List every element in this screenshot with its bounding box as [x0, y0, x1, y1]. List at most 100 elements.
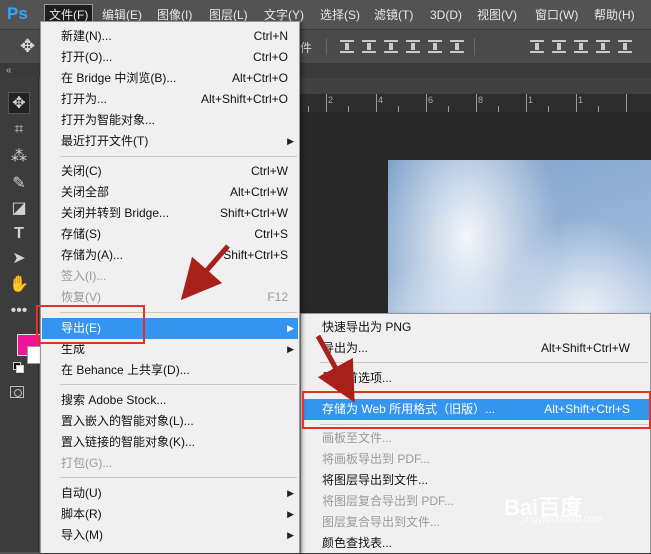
file-item-open[interactable]: 打开(O)... Ctrl+O: [42, 47, 298, 68]
menu-item-label: 导出为...: [322, 341, 369, 355]
ruler-label: 4: [378, 95, 384, 105]
collapse-panels-icon[interactable]: «: [6, 64, 12, 78]
ruler-label: 1: [578, 95, 584, 105]
menu-item-shortcut: Ctrl+N: [253, 29, 288, 43]
menu-select[interactable]: 选择(S): [316, 6, 364, 24]
file-item-import[interactable]: 导入(M) ▶: [42, 525, 298, 546]
menu-item-label: 导出首选项...: [322, 371, 393, 385]
menu-window[interactable]: 窗口(W): [531, 6, 582, 24]
export-item-preferences[interactable]: 导出首选项...: [302, 368, 649, 389]
file-item-generate[interactable]: 生成 ▶: [42, 339, 298, 360]
export-item-layers-to-files[interactable]: 将图层导出到文件...: [302, 470, 649, 491]
menu-item-shortcut: Ctrl+O: [252, 50, 288, 64]
menu-item-label: 打开为...: [61, 92, 108, 106]
menu-item-label: 在 Bridge 中浏览(B)...: [61, 71, 177, 85]
path-selection-icon[interactable]: ➤: [8, 248, 30, 270]
menu-divider: [320, 362, 648, 363]
distribute-bottom-icon[interactable]: [574, 40, 588, 53]
type-tool-icon[interactable]: T: [8, 223, 30, 245]
file-item-place-embedded[interactable]: 置入嵌入的智能对象(L)...: [42, 411, 298, 432]
align-icons-group: [340, 40, 464, 53]
move-icon[interactable]: ✥: [20, 37, 38, 55]
menu-divider: [320, 392, 648, 393]
distribute-left-icon[interactable]: [596, 40, 610, 53]
move-tool-icon[interactable]: ✥: [8, 92, 30, 114]
distribute-right-icon[interactable]: [618, 40, 632, 53]
distribute-vcenter-icon[interactable]: [552, 40, 566, 53]
align-vcenter-icon[interactable]: [362, 40, 376, 53]
distribute-top-icon[interactable]: [530, 40, 544, 53]
menu-item-label: 脚本(R): [61, 507, 102, 521]
menu-item-label: 恢复(V): [61, 290, 101, 304]
distribute-icons-group: [530, 40, 632, 53]
export-item-artboards-to-pdf[interactable]: 将画板导出到 PDF...: [302, 449, 649, 470]
file-item-open-smart-object[interactable]: 打开为智能对象...: [42, 110, 298, 131]
file-item-share-behance[interactable]: 在 Behance 上共享(D)...: [42, 360, 298, 381]
menu-item-shortcut: Alt+Ctrl+O: [231, 71, 288, 85]
file-item-save-as[interactable]: 存储为(A)... Shift+Ctrl+S: [42, 245, 298, 266]
file-item-search-stock[interactable]: 搜索 Adobe Stock...: [42, 390, 298, 411]
file-item-scripts[interactable]: 脚本(R) ▶: [42, 504, 298, 525]
align-hcenter-icon[interactable]: [428, 40, 442, 53]
more-tools-icon[interactable]: •••: [8, 300, 30, 322]
menu-view[interactable]: 视图(V): [473, 6, 521, 24]
file-item-package[interactable]: 打包(G)...: [42, 453, 298, 474]
menu-item-shortcut: Alt+Shift+Ctrl+S: [544, 402, 630, 416]
menu-item-shortcut: F12: [267, 290, 288, 304]
quick-mask-icon[interactable]: [10, 386, 24, 398]
export-item-export-as[interactable]: 导出为... Alt+Shift+Ctrl+W: [302, 338, 649, 359]
menu-item-label: 将画板导出到 PDF...: [322, 452, 431, 466]
file-item-revert[interactable]: 恢复(V) F12: [42, 287, 298, 308]
file-item-check-in[interactable]: 签入(I)...: [42, 266, 298, 287]
file-item-browse-bridge[interactable]: 在 Bridge 中浏览(B)... Alt+Ctrl+O: [42, 68, 298, 89]
menu-item-label: 打包(G)...: [61, 456, 113, 470]
menu-item-label: 关闭并转到 Bridge...: [61, 206, 170, 220]
menu-item-shortcut: Ctrl+S: [254, 227, 288, 241]
menu-3d[interactable]: 3D(D): [426, 6, 466, 24]
menu-item-label: 快速导出为 PNG: [322, 320, 412, 334]
align-right-icon[interactable]: [450, 40, 464, 53]
align-bottom-icon[interactable]: [384, 40, 398, 53]
ruler-tick: [476, 94, 477, 112]
submenu-arrow-icon: ▶: [287, 530, 294, 540]
file-item-close-all[interactable]: 关闭全部 Alt+Ctrl+W: [42, 182, 298, 203]
file-item-close-go-bridge[interactable]: 关闭并转到 Bridge... Shift+Ctrl+W: [42, 203, 298, 224]
menu-item-label: 打开为智能对象...: [61, 113, 156, 127]
file-item-place-linked[interactable]: 置入链接的智能对象(K)...: [42, 432, 298, 453]
export-item-artboards-to-files[interactable]: 画板至文件...: [302, 428, 649, 449]
export-item-layer-comps-to-files[interactable]: 图层复合导出到文件...: [302, 512, 649, 533]
menu-item-label: 颜色查找表...: [322, 536, 393, 550]
menu-help[interactable]: 帮助(H): [590, 6, 639, 24]
submenu-arrow-icon: ▶: [287, 344, 294, 354]
export-item-quick-png[interactable]: 快速导出为 PNG: [302, 317, 649, 338]
align-left-icon[interactable]: [406, 40, 420, 53]
hand-tool-icon[interactable]: ✋: [8, 274, 30, 296]
file-item-recent[interactable]: 最近打开文件(T) ▶: [42, 131, 298, 152]
eraser-tool-icon[interactable]: ◪: [8, 198, 30, 220]
ruler-tick: [626, 94, 627, 112]
file-item-open-as[interactable]: 打开为... Alt+Shift+Ctrl+O: [42, 89, 298, 110]
horizontal-ruler: 2 4 6 8 1 1: [300, 94, 651, 112]
export-item-color-lookup[interactable]: 颜色查找表...: [302, 533, 649, 554]
file-item-close[interactable]: 关闭(C) Ctrl+W: [42, 161, 298, 182]
submenu-arrow-icon: ▶: [287, 136, 294, 146]
file-item-save[interactable]: 存储(S) Ctrl+S: [42, 224, 298, 245]
export-item-save-for-web[interactable]: 存储为 Web 所用格式（旧版）... Alt+Shift+Ctrl+S: [302, 399, 649, 420]
magic-wand-icon[interactable]: ⁂: [8, 146, 30, 168]
export-submenu: 快速导出为 PNG 导出为... Alt+Shift+Ctrl+W 导出首选项.…: [300, 313, 651, 553]
brush-tool-icon[interactable]: ✎: [8, 173, 30, 195]
menu-divider: [320, 424, 648, 425]
align-top-icon[interactable]: [340, 40, 354, 53]
crop-tool-icon[interactable]: ⌗: [8, 119, 30, 141]
default-colors-icon[interactable]: [13, 362, 24, 373]
file-menu: 新建(N)... Ctrl+N 打开(O)... Ctrl+O 在 Bridge…: [40, 21, 300, 553]
file-item-export[interactable]: 导出(E) ▶: [42, 318, 298, 339]
ruler-tick: [526, 94, 527, 112]
tools-panel: ✥ ⌗ ⁂ ✎ ◪ T ➤ ✋ •••: [0, 78, 39, 552]
menu-filter[interactable]: 滤镜(T): [370, 6, 417, 24]
export-item-layer-comps-to-pdf[interactable]: 将图层复合导出到 PDF...: [302, 491, 649, 512]
menu-item-label: 搜索 Adobe Stock...: [61, 393, 167, 407]
menu-item-label: 最近打开文件(T): [61, 134, 149, 148]
file-item-automate[interactable]: 自动(U) ▶: [42, 483, 298, 504]
file-item-new[interactable]: 新建(N)... Ctrl+N: [42, 26, 298, 47]
